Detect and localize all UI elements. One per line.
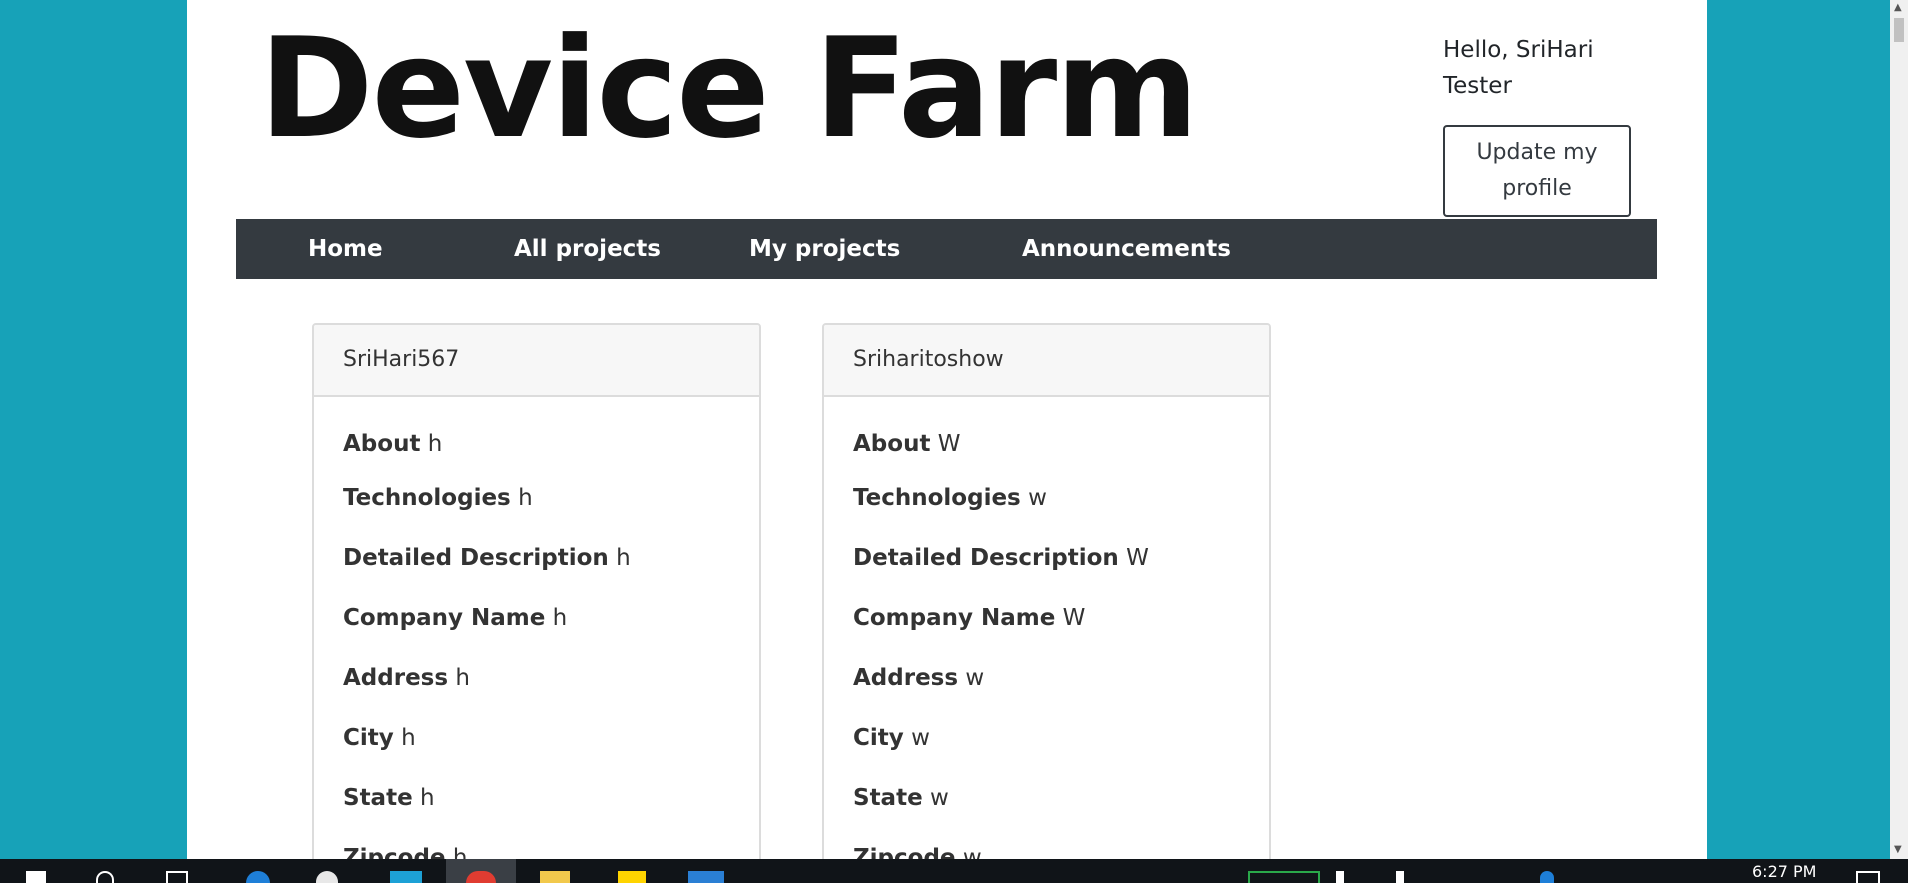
app-icon[interactable] [390, 871, 422, 883]
field-label: Company Name [343, 605, 546, 631]
edge-icon[interactable] [246, 871, 270, 883]
field-city: City w [853, 725, 930, 751]
search-icon[interactable] [96, 871, 114, 883]
start-icon[interactable] [26, 871, 46, 883]
scroll-down-icon[interactable]: ▼ [1894, 845, 1902, 855]
field-detailed-description: Detailed Description h [343, 545, 631, 571]
field-technologies: Technologies w [853, 485, 1047, 511]
field-label: City [343, 725, 394, 751]
field-label: About [853, 431, 931, 457]
field-label: Address [853, 665, 959, 691]
field-value: h [552, 605, 568, 631]
field-label: Zipcode [343, 845, 446, 859]
field-state: State w [853, 785, 949, 811]
notification-icon[interactable] [1540, 871, 1554, 883]
field-detailed-description: Detailed Description W [853, 545, 1149, 571]
field-zipcode: Zipcode h [343, 845, 467, 859]
project-card-title: Sriharitoshow [824, 325, 1269, 397]
field-label: State [853, 785, 923, 811]
field-label: Address [343, 665, 449, 691]
task-view-icon[interactable] [166, 871, 188, 883]
scroll-up-icon[interactable]: ▲ [1894, 3, 1902, 13]
project-card: Sriharitoshow About W Technologies w Det… [822, 323, 1271, 859]
field-company-name: Company Name h [343, 605, 567, 631]
field-label: City [853, 725, 904, 751]
nav-announcements[interactable]: Announcements [1022, 219, 1231, 279]
user-greeting: Hello, SriHari Tester [1443, 37, 1594, 99]
field-label: Company Name [853, 605, 1056, 631]
sticky-notes-icon[interactable] [618, 871, 646, 883]
field-zipcode: Zipcode w [853, 845, 982, 859]
field-label: Technologies [853, 485, 1021, 511]
project-card-title: SriHari567 [314, 325, 759, 397]
field-label: About [343, 431, 421, 457]
field-value: W [1062, 605, 1086, 631]
field-value: h [420, 785, 435, 811]
field-technologies: Technologies h [343, 485, 533, 511]
app-icon[interactable] [316, 871, 338, 883]
field-company-name: Company Name W [853, 605, 1085, 631]
network-icon[interactable] [1336, 871, 1344, 883]
field-city: City h [343, 725, 416, 751]
field-value: h [452, 845, 468, 859]
field-value: w [962, 845, 982, 859]
field-address: Address w [853, 665, 984, 691]
field-label: Zipcode [853, 845, 956, 859]
site-title: Device Farm [259, 8, 1199, 169]
field-about: About W [853, 431, 961, 457]
field-label: State [343, 785, 413, 811]
field-value: h [616, 545, 631, 571]
folder-icon[interactable] [540, 871, 570, 883]
scroll-thumb[interactable] [1894, 18, 1904, 42]
project-card: SriHari567 About h Technologies h Detail… [312, 323, 761, 859]
volume-icon[interactable] [1396, 871, 1404, 883]
field-value: h [518, 485, 533, 511]
field-label: Technologies [343, 485, 511, 511]
update-profile-button[interactable]: Update my profile [1443, 125, 1631, 217]
field-address: Address h [343, 665, 470, 691]
vertical-scrollbar[interactable]: ▲ ▼ [1890, 0, 1908, 859]
field-value: h [401, 725, 416, 751]
vscode-icon[interactable] [688, 871, 724, 883]
action-center-icon[interactable] [1856, 871, 1880, 883]
field-value: w [911, 725, 930, 751]
page-container: Device Farm Hello, SriHari Tester Update… [187, 0, 1707, 859]
nav-all-projects[interactable]: All projects [514, 219, 661, 279]
nav-home[interactable]: Home [308, 219, 383, 279]
nav-my-projects[interactable]: My projects [749, 219, 900, 279]
field-value: w [930, 785, 949, 811]
chrome-icon[interactable] [466, 871, 496, 883]
windows-taskbar [0, 859, 1908, 883]
field-label: Detailed Description [343, 545, 609, 571]
field-value: W [1126, 545, 1149, 571]
field-value: w [965, 665, 985, 691]
field-label: Detailed Description [853, 545, 1119, 571]
battery-icon[interactable] [1248, 871, 1320, 883]
field-value: h [427, 431, 443, 457]
field-value: h [455, 665, 470, 691]
field-state: State h [343, 785, 435, 811]
field-value: w [1028, 485, 1047, 511]
field-value: W [937, 431, 961, 457]
taskbar-clock[interactable]: 6:27 PM [1752, 864, 1816, 880]
field-about: About h [343, 431, 442, 457]
main-navbar: Home All projects My projects Announceme… [236, 219, 1657, 279]
